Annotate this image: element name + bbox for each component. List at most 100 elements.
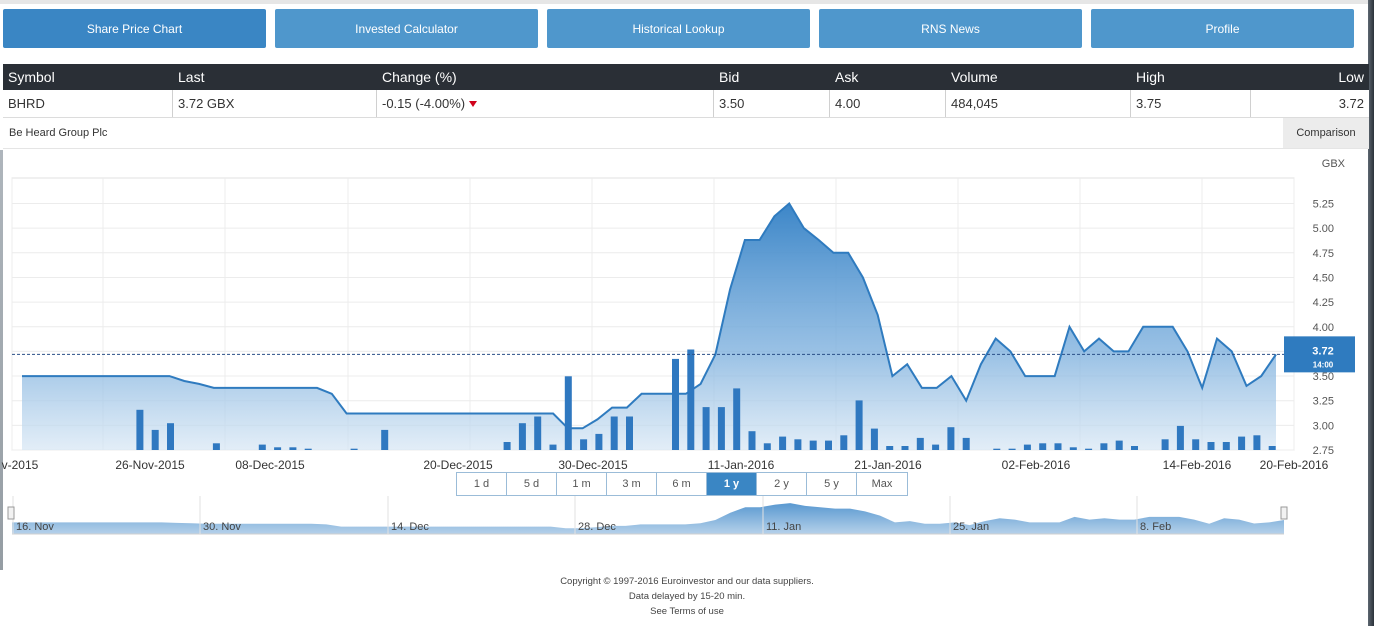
change-text: -0.15 (-4.00%) [382,96,466,111]
range-3m-button[interactable]: 3 m [607,473,657,495]
range-selector: 1 d 5 d 1 m 3 m 6 m 1 y 2 y 5 y Max [456,472,908,496]
volume-bar [549,444,557,450]
volume-bar [672,358,679,450]
volume-bar [258,444,266,450]
volume-bar [748,431,756,450]
volume-bar [212,443,220,450]
header-ask: Ask [835,69,859,85]
chart-title-bar: Be Heard Group Plc Comparison [3,118,1369,149]
value-change: -0.15 (-4.00%) [377,90,714,117]
navigator-label: 16. Nov [16,521,54,533]
value-last: 3.72 GBX [173,90,377,117]
value-bid: 3.50 [714,90,830,117]
x-tick-label: 14-Feb-2016 [1163,458,1232,472]
tab-rns-news[interactable]: RNS News [819,9,1082,48]
y-tick-label: 3.25 [1313,396,1334,408]
volume-bar [503,442,511,450]
comparison-button[interactable]: Comparison [1283,118,1369,148]
volume-bar [717,407,725,450]
y-axis: 2.753.003.253.503.754.004.254.504.755.00… [1313,199,1334,458]
navigator-label: 14. Dec [391,521,429,533]
y-tick-label: 4.00 [1313,322,1334,334]
volume-bar [1176,425,1184,450]
volume-bar [763,443,771,450]
x-tick-label: 11-Jan-2016 [708,458,775,472]
tab-share-price-chart[interactable]: Share Price Chart [3,9,266,48]
volume-bar [1008,448,1016,450]
quote-header-row: Symbol Last Change (%) Bid Ask Volume Hi… [3,64,1369,90]
volume-bar [1054,443,1062,450]
currency-label: GBX [1322,158,1346,170]
navigator[interactable]: 16. Nov 30. Nov 14. Dec 28. Dec 11. Jan 25. J… [7,496,1288,535]
y-tick-label: 3.00 [1313,420,1334,432]
volume-bar [840,435,848,450]
volume-bar [687,349,695,450]
volume-bar [993,448,1001,450]
header-symbol: Symbol [8,69,55,85]
navigator-left-handle[interactable] [7,506,15,520]
current-price-value: 3.72 [1312,345,1333,357]
header-last: Last [178,69,205,85]
volume-bar [564,376,572,450]
volume-bar [1085,448,1093,450]
header-bid: Bid [719,69,740,85]
tab-bar: Share Price Chart Invested Calculator Hi… [3,9,1355,49]
volume-bar [932,444,940,450]
terms-link[interactable]: See Terms of use [0,604,1374,619]
x-tick-label: 26-Nov-2015 [115,458,185,472]
header-low: Low [1338,69,1364,85]
quote-table: Symbol Last Change (%) Bid Ask Volume Hi… [3,64,1369,118]
range-2y-button[interactable]: 2 y [757,473,807,495]
navigator-label: 28. Dec [578,521,616,533]
volume-bar [916,437,924,450]
volume-bar [534,416,542,450]
value-low: 3.72 [1338,96,1364,111]
tab-historical-lookup[interactable]: Historical Lookup [547,9,810,48]
volume-bar [580,439,588,450]
header-change: Change (%) [382,69,457,85]
x-tick-label: v-2015 [2,458,39,472]
range-1d-button[interactable]: 1 d [457,473,507,495]
value-ask: 4.00 [830,90,946,117]
volume-bar [1069,447,1077,450]
range-6m-button[interactable]: 6 m [657,473,707,495]
footer: Copyright © 1997-2016 Euroinvestor and o… [0,574,1374,619]
header-high: High [1136,69,1165,85]
navigator-label: 25. Jan [953,521,989,533]
current-price-badge: 3.72 14:00 [1284,336,1355,373]
volume-bar [886,446,894,450]
volume-bar [733,388,741,450]
tab-profile[interactable]: Profile [1091,9,1354,48]
range-5y-button[interactable]: 5 y [807,473,857,495]
range-5d-button[interactable]: 5 d [507,473,557,495]
tab-invested-calculator[interactable]: Invested Calculator [275,9,538,48]
range-max-button[interactable]: Max [857,473,907,495]
range-1m-button[interactable]: 1 m [557,473,607,495]
volume-bar [1023,444,1031,450]
volume-bar [136,409,144,450]
volume-bar [779,436,787,450]
copyright-text: Copyright © 1997-2016 Euroinvestor and o… [560,576,814,587]
navigator-right-handle[interactable] [1280,506,1288,520]
volume-bar [1115,440,1123,450]
range-1y-button[interactable]: 1 y [707,473,757,495]
volume-bar [167,423,174,450]
current-price-time: 14:00 [1313,360,1334,369]
x-axis: v-2015 26-Nov-2015 08-Dec-2015 20-Dec-2015 3… [2,458,1329,472]
volume-bar [855,400,863,450]
volume-bar [870,428,878,450]
y-tick-label: 4.75 [1313,248,1334,260]
navigator-label: 11. Jan [766,521,801,533]
x-tick-label: 02-Feb-2016 [1002,458,1071,472]
volume-bar [626,416,633,450]
volume-bar [901,446,909,450]
value-high: 3.75 [1131,90,1251,117]
volume-bar [350,448,358,450]
quote-value-row: BHRD 3.72 GBX -0.15 (-4.00%) 3.50 4.00 4… [3,90,1369,118]
volume-bar [809,440,817,450]
volume-bar [794,439,802,450]
y-tick-label: 5.25 [1313,199,1334,211]
company-name: Be Heard Group Plc [9,127,108,139]
volume-bar [1238,436,1246,450]
volume-bar [151,429,159,450]
